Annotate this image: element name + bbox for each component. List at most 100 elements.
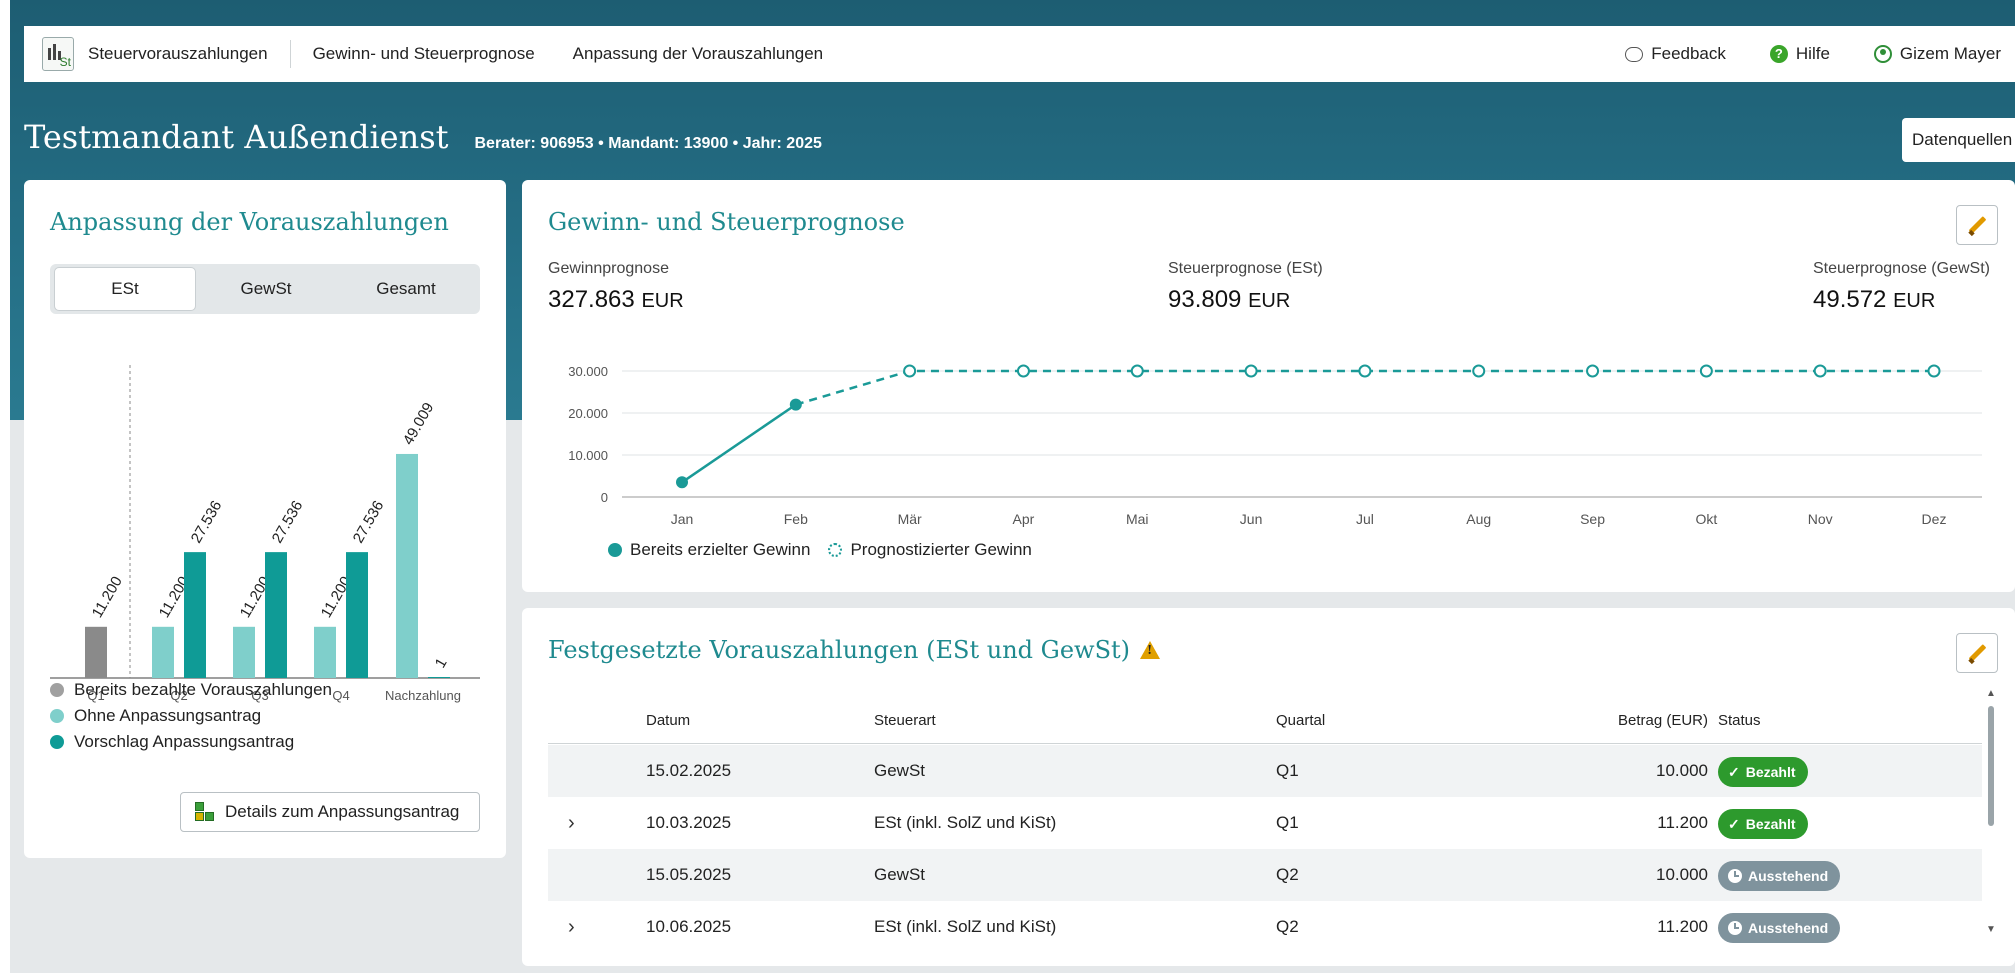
nav-item-adjustment[interactable]: Anpassung der Vorauszahlungen bbox=[573, 44, 823, 64]
bar-nachzahlung-1 bbox=[396, 453, 418, 678]
y-tick-label: 10.000 bbox=[568, 448, 608, 463]
x-tick-label: Jul bbox=[1356, 511, 1374, 527]
user-menu[interactable]: Gizem Mayer bbox=[1873, 44, 2001, 64]
help-link[interactable]: ? Hilfe bbox=[1769, 44, 1830, 64]
x-tick-label: Feb bbox=[784, 511, 808, 527]
column-header-date[interactable]: Datum bbox=[646, 698, 690, 744]
x-tick-label: Okt bbox=[1695, 511, 1717, 527]
column-header-amount[interactable]: Betrag (EUR) bbox=[1574, 698, 1708, 744]
table-row[interactable]: › 10.03.2025 ESt (inkl. SolZ und KiSt) Q1 11… bbox=[548, 797, 1982, 849]
bar-q2-2 bbox=[184, 552, 206, 678]
column-header-quarter[interactable]: Quartal bbox=[1276, 698, 1325, 744]
legend-label-without: Ohne Anpassungsantrag bbox=[74, 706, 262, 725]
table-row[interactable]: › 10.06.2025 ESt (inkl. SolZ und KiSt) Q2 11… bbox=[548, 901, 1982, 953]
details-button[interactable]: Details zum Anpassungsantrag bbox=[180, 792, 480, 832]
page-edge bbox=[0, 0, 10, 973]
forecast-card: Gewinn- und Steuerprognose Gewinnprognos… bbox=[522, 180, 2015, 592]
cell-tax-type: GewSt bbox=[874, 865, 926, 884]
bar-value-label: 49.009 bbox=[400, 400, 438, 448]
check-icon: ✓ bbox=[1728, 764, 1740, 780]
clock-icon bbox=[1728, 921, 1742, 935]
actual-profit-point bbox=[789, 398, 802, 411]
expand-chevron-icon[interactable]: › bbox=[568, 797, 575, 849]
app-logo-icon[interactable]: St bbox=[42, 37, 74, 71]
nav-app-name[interactable]: Steuervorauszahlungen bbox=[88, 44, 268, 64]
forecast-profit-point bbox=[1244, 364, 1258, 378]
payments-title-text: Festgesetzte Vorauszahlungen (ESt und Ge… bbox=[548, 636, 1131, 664]
cell-tax-type: ESt (inkl. SolZ und KiSt) bbox=[874, 813, 1057, 832]
cell-date: 15.05.2025 bbox=[646, 865, 732, 884]
top-navigation: St Steuervorauszahlungen Gewinn- und Ste… bbox=[24, 26, 2015, 82]
tab-est[interactable]: ESt bbox=[54, 267, 196, 311]
scroll-up-icon[interactable]: ▲ bbox=[1986, 688, 1996, 699]
feedback-label: Feedback bbox=[1651, 44, 1726, 63]
tax-type-switch: ESt GewSt Gesamt bbox=[50, 264, 480, 314]
document-grid-icon bbox=[195, 802, 215, 822]
cell-tax-type: ESt (inkl. SolZ und KiSt) bbox=[874, 917, 1057, 936]
status-badge: Ausstehend bbox=[1718, 861, 1841, 891]
datasources-button[interactable]: Datenquellen bbox=[1902, 118, 2015, 162]
page-title: Testmandant Außendienst bbox=[24, 118, 449, 156]
cell-date: 15.02.2025 bbox=[646, 761, 732, 780]
legend-dot-actual bbox=[608, 543, 622, 557]
bar-q4-2 bbox=[346, 552, 368, 678]
legend-item-without: Ohne Anpassungsantrag bbox=[50, 706, 261, 726]
x-tick-label: Aug bbox=[1466, 511, 1491, 527]
scroll-thumb[interactable] bbox=[1988, 706, 1994, 826]
legend-dot-paid bbox=[50, 683, 64, 697]
legend-dot-forecast bbox=[828, 543, 843, 557]
x-tick-label: Sep bbox=[1580, 511, 1605, 527]
client-meta: Berater: 906953 • Mandant: 13900 • Jahr:… bbox=[474, 135, 822, 152]
check-icon: ✓ bbox=[1728, 816, 1740, 832]
legend-item-paid: Bereits bezahlte Vorauszahlungen bbox=[50, 680, 332, 700]
status-badge: Ausstehend bbox=[1718, 913, 1841, 943]
legend-label-proposal: Vorschlag Anpassungsantrag bbox=[74, 732, 295, 751]
nav-divider bbox=[289, 40, 291, 68]
speech-bubble-icon bbox=[1625, 46, 1644, 62]
x-tick-label: Mär bbox=[898, 511, 922, 527]
bar-value-label: 27.536 bbox=[269, 498, 307, 546]
status-badge: ✓ Bezahlt bbox=[1718, 757, 1808, 787]
forecast-profit-point bbox=[1927, 364, 1941, 378]
scroll-down-icon[interactable]: ▼ bbox=[1986, 924, 1996, 935]
bar-q1-0 bbox=[85, 626, 107, 678]
cell-amount: 11.200 bbox=[1657, 813, 1708, 832]
bar-q2-1 bbox=[152, 626, 174, 678]
table-row[interactable]: 15.05.2025 GewSt Q2 10.000 Ausstehend bbox=[548, 849, 1982, 901]
warning-icon[interactable] bbox=[1140, 641, 1161, 659]
table-row[interactable]: 15.02.2025 GewSt Q1 10.000 ✓ Bezahlt bbox=[548, 745, 1982, 797]
status-badge: ✓ Bezahlt bbox=[1718, 809, 1808, 839]
cell-amount: 10.000 bbox=[1656, 865, 1708, 884]
column-header-status[interactable]: Status bbox=[1718, 698, 1761, 744]
legend-label-actual: Bereits erzielter Gewinn bbox=[630, 540, 811, 559]
column-header-type[interactable]: Steuerart bbox=[874, 698, 936, 744]
cell-amount: 10.000 bbox=[1656, 761, 1708, 780]
status-label: Ausstehend bbox=[1748, 868, 1829, 884]
bar-value-label: 27.536 bbox=[188, 498, 226, 546]
nav-item-forecast[interactable]: Gewinn- und Steuerprognose bbox=[313, 44, 535, 64]
forecast-profit-point bbox=[1472, 364, 1486, 378]
expand-chevron-icon[interactable]: › bbox=[568, 901, 575, 953]
user-icon bbox=[1873, 45, 1892, 63]
x-tick-label: Dez bbox=[1922, 511, 1947, 527]
help-label: Hilfe bbox=[1795, 44, 1830, 63]
table-scrollbar[interactable]: ▲ ▼ bbox=[1984, 688, 1998, 938]
x-tick-label: Apr bbox=[1013, 511, 1035, 527]
question-icon: ? bbox=[1769, 45, 1788, 63]
status-label: Bezahlt bbox=[1745, 764, 1796, 780]
cell-amount: 11.200 bbox=[1657, 917, 1708, 936]
pencil-icon bbox=[1966, 642, 1988, 664]
bar-q3-1 bbox=[233, 626, 255, 678]
cell-date: 10.03.2025 bbox=[646, 813, 732, 832]
edit-payments-button[interactable] bbox=[1956, 633, 1998, 673]
bar-nachzahlung-2 bbox=[428, 677, 450, 678]
legend-item-forecast: Prognostizierter Gewinn bbox=[828, 540, 1032, 560]
bar-category-label: Nachzahlung bbox=[385, 688, 461, 703]
tab-gesamt[interactable]: Gesamt bbox=[336, 268, 476, 310]
feedback-link[interactable]: Feedback bbox=[1625, 44, 1726, 64]
bar-value-label: 1 bbox=[432, 655, 451, 671]
status-label: Ausstehend bbox=[1748, 920, 1829, 936]
legend-item-actual: Bereits erzielter Gewinn bbox=[608, 540, 810, 560]
x-tick-label: Nov bbox=[1808, 511, 1833, 527]
tab-gewst[interactable]: GewSt bbox=[196, 268, 336, 310]
